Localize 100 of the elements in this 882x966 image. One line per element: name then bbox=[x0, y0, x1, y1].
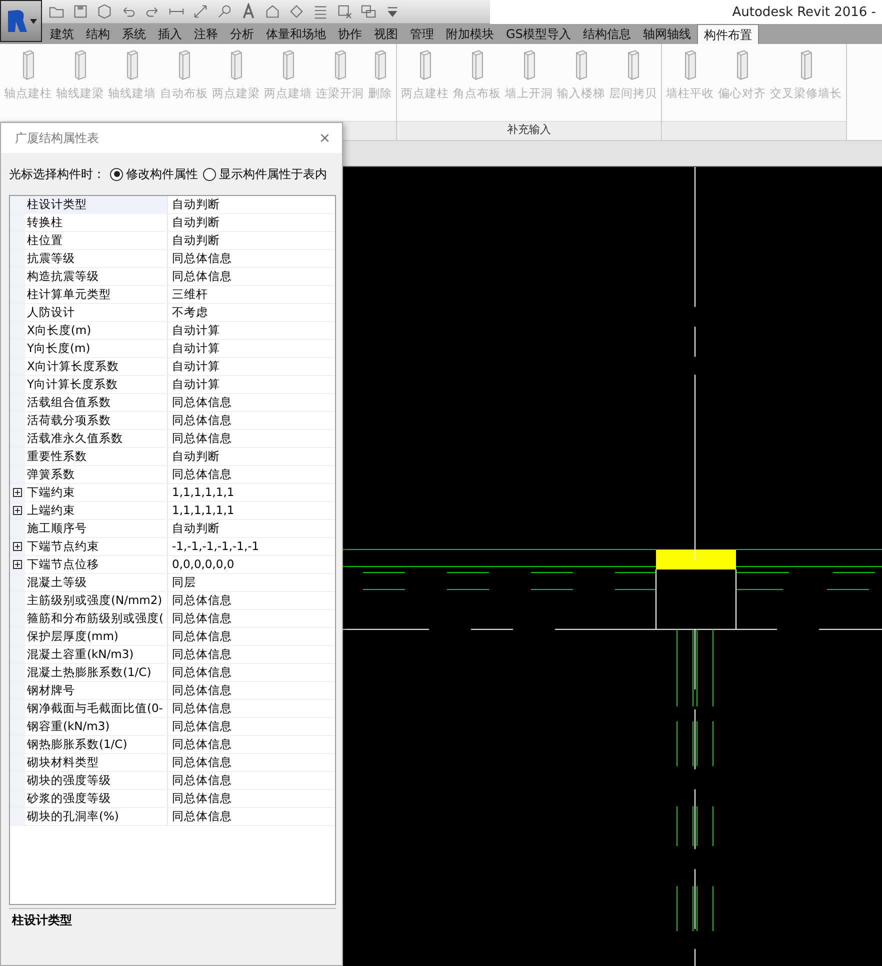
property-value[interactable]: 同总体信息 bbox=[168, 790, 232, 807]
property-name[interactable]: 施工顺序号 bbox=[25, 520, 168, 537]
property-name[interactable]: 下端节点约束 bbox=[25, 538, 168, 555]
close-button[interactable]: × bbox=[313, 126, 336, 150]
property-value[interactable]: 同总体信息 bbox=[168, 412, 232, 429]
ribbon-tab[interactable]: 结构 bbox=[80, 24, 116, 44]
diamond-icon[interactable] bbox=[288, 3, 305, 20]
property-name[interactable]: Y向长度(m) bbox=[25, 340, 168, 357]
ribbon-tab[interactable]: 管理 bbox=[404, 24, 440, 44]
close-windows-icon[interactable] bbox=[336, 3, 353, 20]
property-name[interactable]: 人防设计 bbox=[25, 304, 168, 321]
property-name[interactable]: X向计算长度系数 bbox=[25, 358, 168, 375]
property-value[interactable]: 同总体信息 bbox=[168, 268, 232, 285]
property-value[interactable]: -1,-1,-1,-1,-1,-1 bbox=[168, 538, 260, 555]
property-name[interactable]: 重要性系数 bbox=[25, 448, 168, 465]
property-value[interactable]: 同总体信息 bbox=[168, 754, 232, 771]
ribbon-tab[interactable]: 协作 bbox=[332, 24, 368, 44]
property-value[interactable]: 同总体信息 bbox=[168, 664, 232, 681]
property-name[interactable]: 构造抗震等级 bbox=[25, 268, 168, 285]
expand-icon[interactable] bbox=[13, 560, 22, 569]
ribbon-tab[interactable]: 体量和场地 bbox=[260, 24, 332, 44]
ribbon-tab[interactable]: 建筑 bbox=[44, 24, 80, 44]
ribbon-tab[interactable]: GS模型导入 bbox=[500, 24, 577, 44]
property-name[interactable]: 钢热膨胀系数(1/C) bbox=[25, 736, 168, 753]
property-value[interactable]: 自动计算 bbox=[168, 358, 220, 375]
property-name[interactable]: 转换柱 bbox=[25, 214, 168, 231]
property-name[interactable]: 活荷载分项系数 bbox=[25, 412, 168, 429]
property-name[interactable]: 活载准永久值系数 bbox=[25, 430, 168, 447]
property-value[interactable]: 自动判断 bbox=[168, 448, 220, 465]
switch-windows-icon[interactable] bbox=[360, 3, 377, 20]
property-value[interactable]: 同总体信息 bbox=[168, 592, 232, 609]
property-value[interactable]: 同总体信息 bbox=[168, 466, 232, 483]
property-name[interactable]: 砂浆的强度等级 bbox=[25, 790, 168, 807]
property-name[interactable]: 抗震等级 bbox=[25, 250, 168, 267]
property-name[interactable]: 砌块的孔洞率(%) bbox=[25, 808, 168, 825]
property-value[interactable]: 同总体信息 bbox=[168, 250, 232, 267]
property-name[interactable]: 上端约束 bbox=[25, 502, 168, 519]
radio-option[interactable]: 修改构件属性 bbox=[110, 166, 198, 182]
property-value[interactable]: 同层 bbox=[168, 574, 196, 591]
property-name[interactable]: 混凝土容重(kN/m3) bbox=[25, 646, 168, 663]
property-value[interactable]: 自动判断 bbox=[168, 520, 220, 537]
ribbon-tab[interactable]: 注释 bbox=[188, 24, 224, 44]
app-menu-button[interactable] bbox=[0, 0, 42, 42]
property-name[interactable]: 钢净截面与毛截面比值(0- bbox=[25, 700, 168, 717]
ribbon-tab[interactable]: 轴网轴线 bbox=[636, 24, 697, 44]
house-icon[interactable] bbox=[264, 3, 281, 20]
property-value[interactable]: 同总体信息 bbox=[168, 610, 232, 627]
property-value[interactable]: 同总体信息 bbox=[168, 682, 232, 699]
property-value[interactable]: 自动计算 bbox=[168, 322, 220, 339]
property-value[interactable]: 1,1,1,1,1,1 bbox=[168, 484, 234, 501]
property-name[interactable]: 柱位置 bbox=[25, 232, 168, 249]
property-value[interactable]: 同总体信息 bbox=[168, 700, 232, 717]
expand-icon[interactable] bbox=[13, 488, 22, 497]
property-name[interactable]: 下端节点位移 bbox=[25, 556, 168, 573]
property-value[interactable]: 0,0,0,0,0,0 bbox=[168, 556, 234, 573]
radio-option[interactable]: 显示构件属性于表内 bbox=[203, 166, 327, 182]
property-value[interactable]: 三维杆 bbox=[168, 286, 208, 303]
property-value[interactable]: 同总体信息 bbox=[168, 394, 232, 411]
text-icon[interactable] bbox=[240, 3, 257, 20]
property-name[interactable]: 柱设计类型 bbox=[25, 196, 168, 213]
property-name[interactable]: X向长度(m) bbox=[25, 322, 168, 339]
property-name[interactable]: Y向计算长度系数 bbox=[25, 376, 168, 393]
property-value[interactable]: 1,1,1,1,1,1 bbox=[168, 502, 234, 519]
expand-icon[interactable] bbox=[13, 506, 22, 515]
property-name[interactable]: 下端约束 bbox=[25, 484, 168, 501]
property-value[interactable]: 同总体信息 bbox=[168, 772, 232, 789]
expand-icon[interactable] bbox=[13, 542, 22, 551]
property-value[interactable]: 自动计算 bbox=[168, 340, 220, 357]
property-name[interactable]: 钢容重(kN/m3) bbox=[25, 718, 168, 735]
property-value[interactable]: 自动判断 bbox=[168, 232, 220, 249]
property-name[interactable]: 砌块的强度等级 bbox=[25, 772, 168, 789]
property-value[interactable]: 不考虑 bbox=[168, 304, 208, 321]
property-value[interactable]: 同总体信息 bbox=[168, 718, 232, 735]
property-value[interactable]: 同总体信息 bbox=[168, 736, 232, 753]
property-value[interactable]: 同总体信息 bbox=[168, 646, 232, 663]
ribbon-tab[interactable]: 插入 bbox=[152, 24, 188, 44]
diagonal-arrow-icon[interactable] bbox=[192, 3, 209, 20]
property-name[interactable]: 钢材牌号 bbox=[25, 682, 168, 699]
ribbon-tab[interactable]: 构件布置 bbox=[696, 24, 759, 44]
property-value[interactable]: 自动判断 bbox=[168, 214, 220, 231]
ribbon-tab[interactable]: 分析 bbox=[224, 24, 260, 44]
property-value[interactable]: 自动判断 bbox=[168, 196, 220, 213]
property-name[interactable]: 活载组合值系数 bbox=[25, 394, 168, 411]
save-icon[interactable] bbox=[72, 3, 89, 20]
property-name[interactable]: 柱计算单元类型 bbox=[25, 286, 168, 303]
property-value[interactable]: 同总体信息 bbox=[168, 808, 232, 825]
property-value[interactable]: 同总体信息 bbox=[168, 628, 232, 645]
property-name[interactable]: 箍筋和分布筋级别或强度( bbox=[25, 610, 168, 627]
property-name[interactable]: 混凝土热膨胀系数(1/C) bbox=[25, 664, 168, 681]
ribbon-tab[interactable]: 结构信息 bbox=[576, 24, 637, 44]
property-name[interactable]: 主筋级别或强度(N/mm2) bbox=[25, 592, 168, 609]
ribbon-tab[interactable]: 系统 bbox=[116, 24, 152, 44]
ribbon-tab[interactable]: 视图 bbox=[368, 24, 404, 44]
property-name[interactable]: 保护层厚度(mm) bbox=[25, 628, 168, 645]
property-value[interactable]: 自动计算 bbox=[168, 376, 220, 393]
property-name[interactable]: 砌块材料类型 bbox=[25, 754, 168, 771]
ribbon-tab[interactable]: 附加模块 bbox=[440, 24, 500, 44]
property-name[interactable]: 混凝土等级 bbox=[25, 574, 168, 591]
property-value[interactable]: 同总体信息 bbox=[168, 430, 232, 447]
property-name[interactable]: 弹簧系数 bbox=[25, 466, 168, 483]
